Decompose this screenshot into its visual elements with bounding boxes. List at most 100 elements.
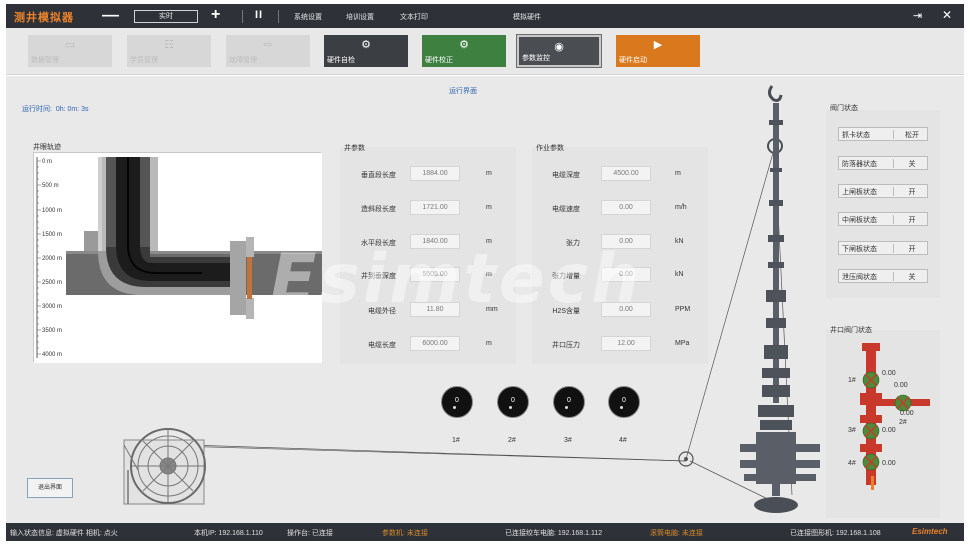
button-label: 硬件启动 (619, 57, 647, 64)
status-graphics-pc: 已连接图形机: 192.168.1.108 (790, 530, 881, 537)
depth-tick-label: 4000 m (42, 352, 62, 358)
close-icon[interactable]: ✕ (942, 8, 952, 22)
fault-management-button[interactable]: ⇨ 故障管理 (226, 35, 310, 67)
param-unit: m (486, 204, 492, 211)
pause-button[interactable]: II (255, 9, 263, 21)
exit-interface-button[interactable]: 退出界面 (27, 478, 73, 498)
depth-tick-label: 1000 m (42, 208, 62, 214)
status-console: 操作台: 已连接 (287, 530, 333, 537)
data-management-button[interactable]: ▭ 数据管理 (28, 35, 112, 67)
valve-status-row: 泄压阀状态 关 (838, 269, 928, 283)
gauge-label: 4# (619, 437, 627, 444)
status-input-info: 输入状态信息: 虚拟硬件 相机: 点火 (10, 530, 118, 537)
divider (893, 159, 894, 168)
divider (893, 215, 894, 224)
eye-icon: ◉ (554, 41, 564, 53)
status-key: 中闸板状态 (842, 217, 877, 224)
status-value: 开 (908, 217, 916, 224)
toolbar-divider (278, 10, 279, 23)
runtime-display: 运行时间: 0h: 0m: 3s (22, 104, 89, 114)
play-icon: ▶ (653, 39, 663, 51)
speed-field[interactable]: 实时 (134, 10, 198, 23)
pressure-gauge-2: 0 (497, 386, 529, 418)
runtime-label: 运行时间: (22, 106, 52, 113)
status-bar: 输入状态信息: 虚拟硬件 相机: 点火 本机IP: 192.168.1.110 … (6, 523, 964, 541)
param-unit: m/h (675, 204, 687, 211)
gauge-label: 2# (508, 437, 516, 444)
toolbar-divider (242, 10, 243, 23)
status-value: 开 (908, 189, 916, 196)
divider (893, 130, 894, 139)
title-bar: 测井模拟器 — 实时 + II 系统设置 培训设置 文本打印 模拟硬件 ⇥ ✕ (6, 4, 964, 28)
status-value: 松开 (905, 132, 919, 139)
gear-icon: ⚙ (361, 39, 371, 51)
gauge-dot-icon (620, 406, 623, 409)
valve-status-row: 下闸板状态 开 (838, 241, 928, 255)
pressure-gauge-3: 0 (553, 386, 585, 418)
status-local-ip: 本机IP: 192.168.1.110 (194, 530, 263, 537)
button-label: 硬件校正 (425, 57, 453, 64)
button-label: 硬件自检 (327, 57, 355, 64)
param-unit: MPa (675, 340, 690, 347)
wellhead-valve-label: 4# (848, 460, 856, 467)
param-unit: kN (675, 238, 684, 245)
divider (893, 272, 894, 281)
valve-status-row: 防落器状态 关 (838, 156, 928, 170)
gauge-dot-icon (565, 406, 568, 409)
wellhead-valve-label: 2# (899, 419, 907, 426)
wellhead-valve-value: 0.00 (882, 427, 896, 434)
users-icon: ☷ (164, 39, 174, 51)
speed-increase-button[interactable]: + (211, 5, 220, 25)
status-key: 泄压阀状态 (842, 274, 877, 281)
menu-training-settings[interactable]: 培训设置 (346, 12, 374, 22)
gauge-value: 0 (511, 397, 515, 404)
depth-tick-label: 2500 m (42, 280, 62, 286)
wellhead-title: 井口阀门状态 (830, 327, 872, 334)
hardware-start-button[interactable]: ▶ 硬件启动 (616, 35, 700, 67)
status-winch-pc: 已连接绞车电脑: 192.168.1.112 (505, 530, 603, 537)
parameter-monitor-button[interactable]: ◉ 参数监控 (516, 34, 602, 68)
menu-system-settings[interactable]: 系统设置 (294, 12, 322, 22)
main-toolbar: ▭ 数据管理 ☷ 学员管理 ⇨ 故障管理 ⚙ 硬件自检 ⚙ 硬件校正 ◉ 参数监… (6, 28, 964, 75)
status-value: 开 (908, 246, 916, 253)
well-params-title: 井参数 (344, 145, 365, 152)
hardware-calibration-button[interactable]: ⚙ 硬件校正 (422, 35, 506, 67)
param-unit: m (486, 340, 492, 347)
valve-status-title: 阀门状态 (830, 105, 858, 112)
wellhead-valve-value: 0.00 (894, 382, 908, 389)
window-title: 模拟硬件 (513, 14, 541, 21)
student-management-button[interactable]: ☷ 学员管理 (127, 35, 211, 67)
hardware-selftest-button[interactable]: ⚙ 硬件自检 (324, 35, 408, 67)
gauge-dot-icon (453, 406, 456, 409)
status-value: 关 (908, 274, 916, 281)
wellhead-valve-value: 0.00 (882, 460, 896, 467)
divider (893, 187, 894, 196)
param-value: 1884.00 (410, 166, 460, 181)
status-drum-pc: 滚筒电脑: 未连接 (650, 530, 703, 537)
logout-icon[interactable]: ⇥ (913, 9, 922, 22)
depth-tick-label: 500 m (42, 183, 59, 189)
wellhead-valve-value: 0.00 (882, 370, 896, 377)
wellhead-panel (826, 330, 940, 518)
status-key: 抓卡状态 (842, 132, 870, 139)
button-label: 故障管理 (229, 57, 257, 64)
pressure-gauge-1: 0 (441, 386, 473, 418)
document-icon: ▭ (64, 39, 76, 51)
depth-tick-label: 3500 m (42, 328, 62, 334)
valve-status-row: 上闸板状态 开 (838, 184, 928, 198)
param-label: 电缆深度 (552, 172, 580, 179)
depth-tick-label: 3000 m (42, 304, 62, 310)
speed-decrease-button[interactable]: — (102, 5, 119, 25)
depth-tick-label: 1500 m (42, 232, 62, 238)
pressure-gauge-4: 0 (608, 386, 640, 418)
work-params-title: 作业参数 (536, 145, 564, 152)
param-value: 6000.00 (410, 336, 460, 351)
gauge-dot-icon (509, 406, 512, 409)
button-label: 参数监控 (522, 55, 550, 62)
param-label: 垂直段长度 (361, 172, 396, 179)
param-value: 4500.00 (601, 166, 651, 181)
param-unit: m (675, 170, 681, 177)
menu-text-print[interactable]: 文本打印 (400, 12, 428, 22)
depth-tick-label: 2000 m (42, 256, 62, 262)
status-key: 下闸板状态 (842, 246, 877, 253)
